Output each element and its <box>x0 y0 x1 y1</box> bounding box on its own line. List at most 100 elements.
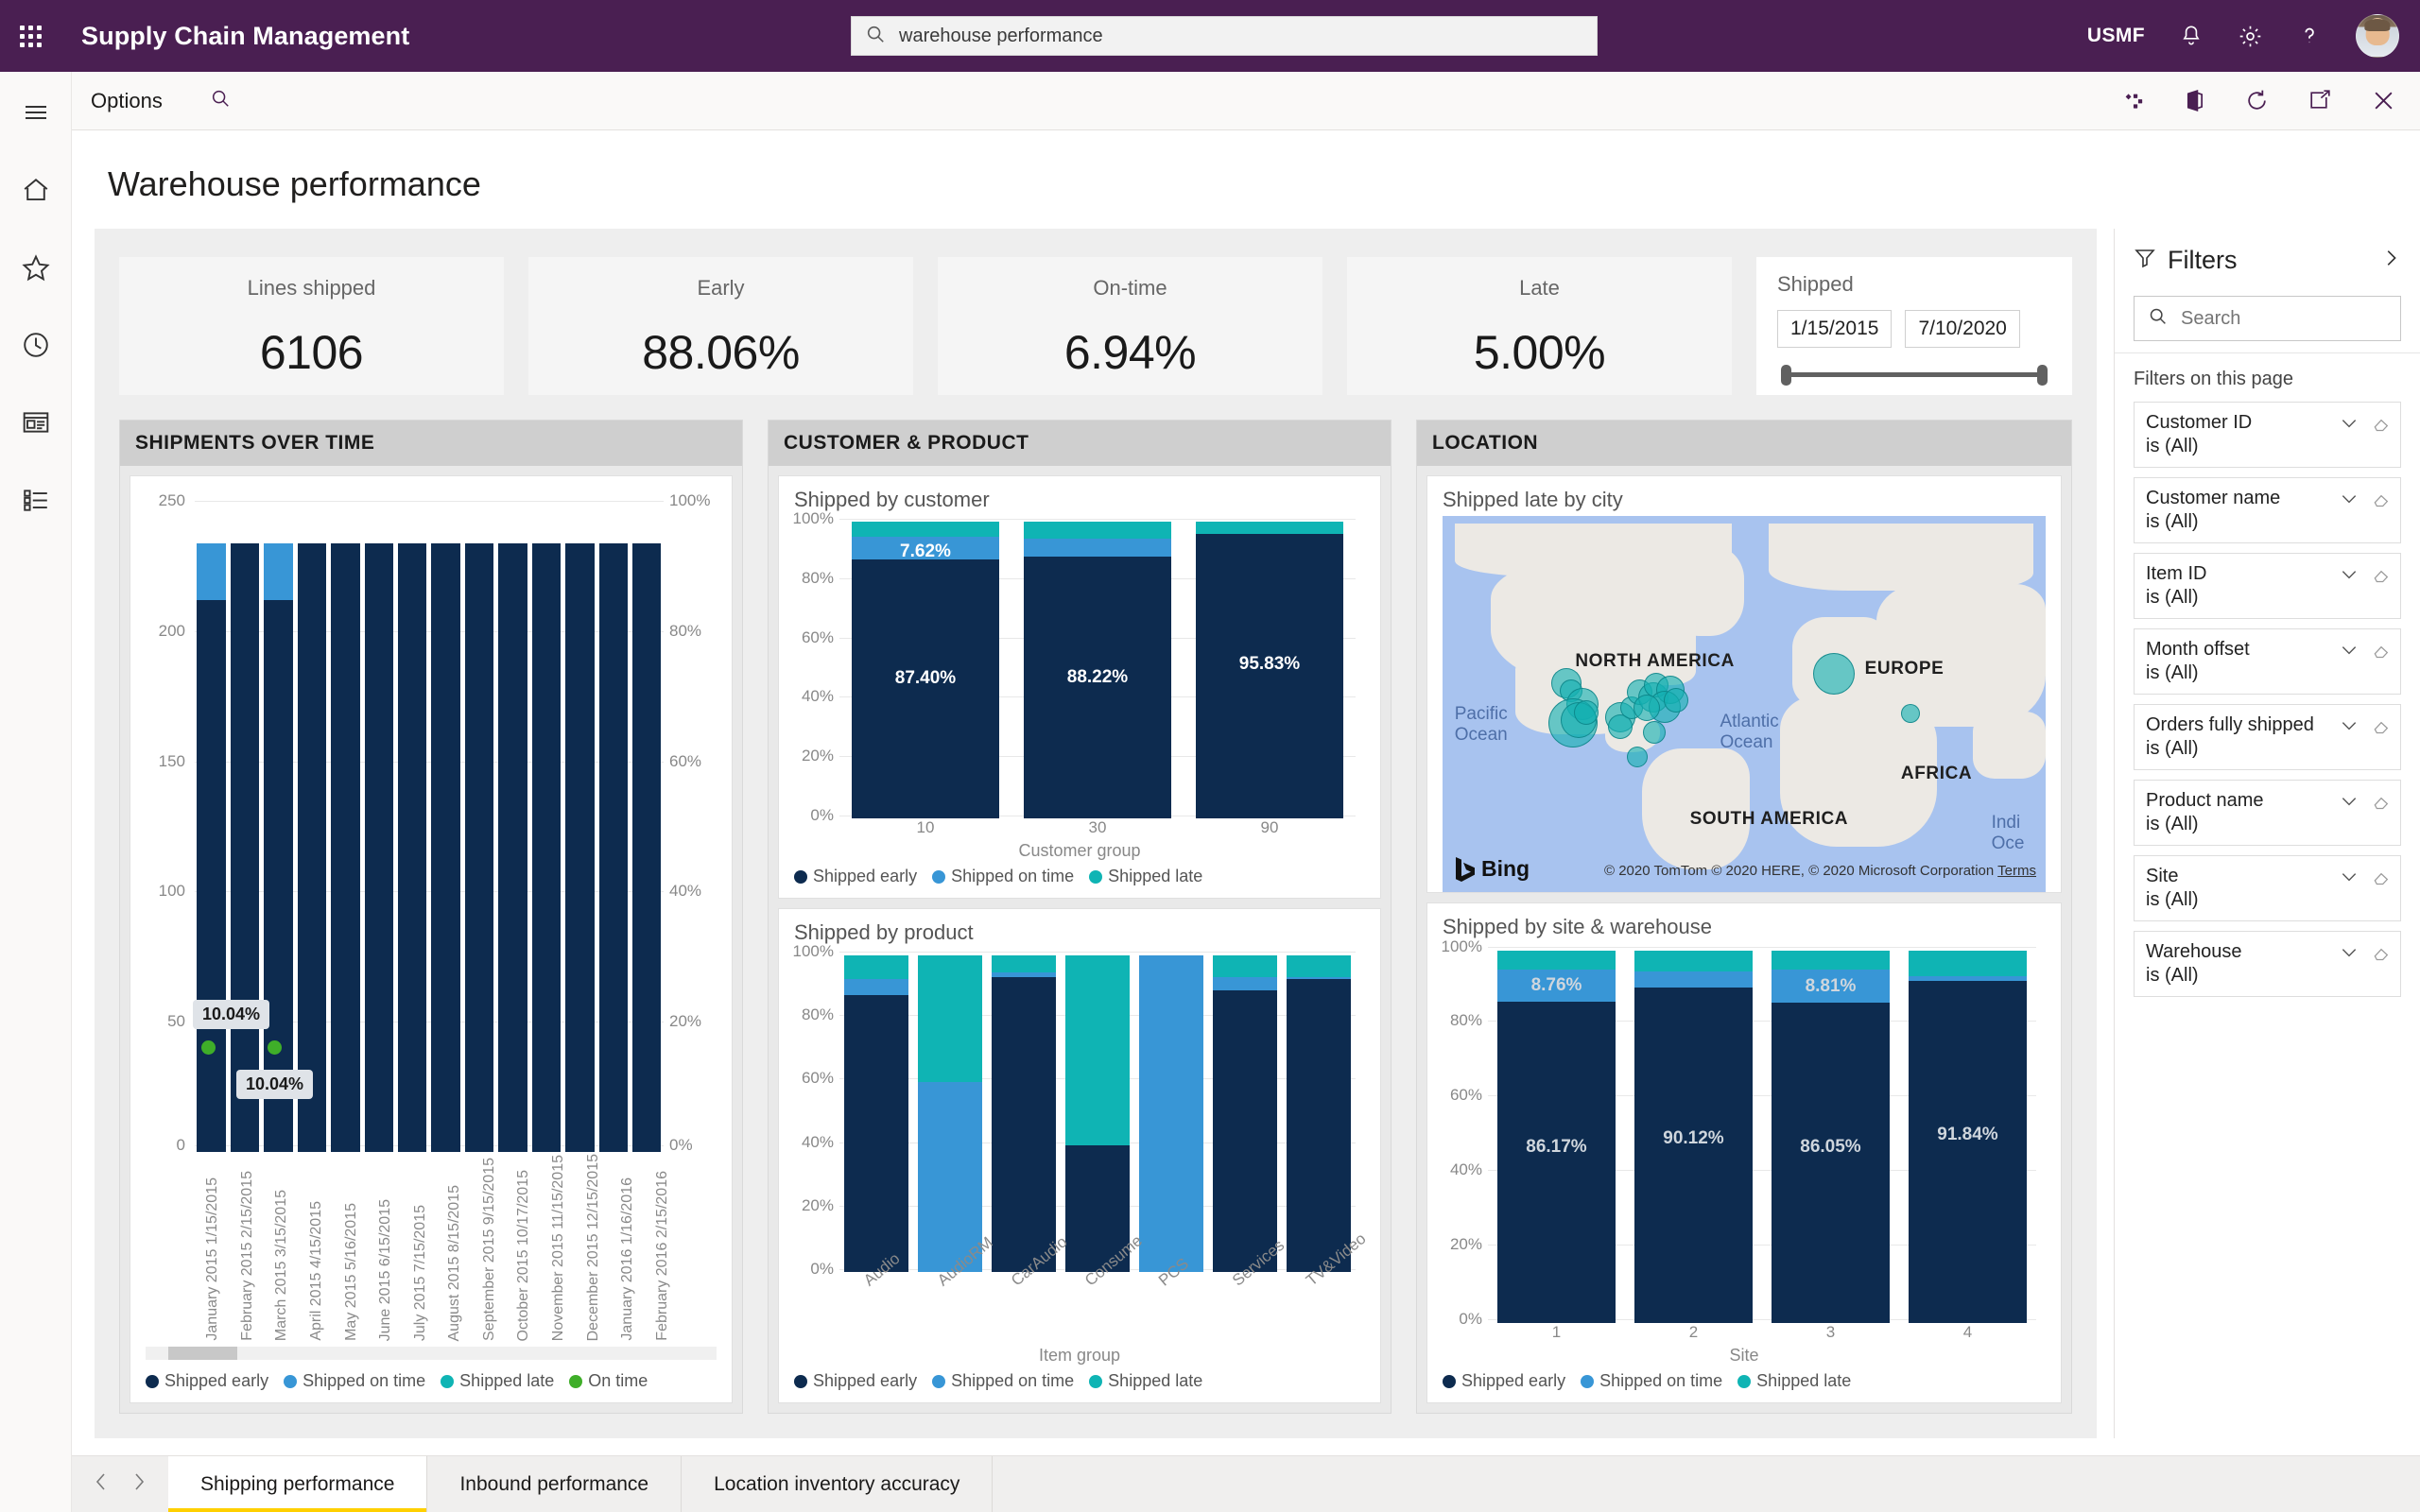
bar-segment[interactable] <box>1139 954 1203 1272</box>
bar-segment[interactable]: 95.83% <box>1195 534 1344 819</box>
chart-legend[interactable]: Shipped early Shipped on time Shipped late <box>794 1371 1365 1391</box>
bar-segment[interactable]: 88.22% <box>1023 557 1172 819</box>
eraser-icon[interactable] <box>2372 490 2391 513</box>
bar-segment[interactable] <box>197 600 226 1152</box>
viz-shipped-by-product[interactable]: Shipped by product 0% 20% 40% 60% 80% 100% Au… <box>778 908 1381 1403</box>
bar-column[interactable] <box>1208 949 1282 1272</box>
legend-item[interactable]: Shipped on time <box>1581 1371 1722 1391</box>
avatar[interactable] <box>2356 14 2399 58</box>
clock-icon[interactable] <box>12 321 60 369</box>
bar-segment[interactable]: 91.84% <box>1909 980 2027 1323</box>
legend-item[interactable]: Shipped late <box>441 1371 554 1391</box>
bar-segment[interactable] <box>264 543 293 601</box>
chevron-right-icon[interactable] <box>132 1472 146 1496</box>
bar-segment[interactable] <box>1023 538 1172 558</box>
bar-segment[interactable]: 7.62% <box>851 537 1000 561</box>
viz-shipped-by-customer[interactable]: Shipped by customer 0% 20% 40% 60% 80% 100% 7… <box>778 475 1381 900</box>
eraser-icon[interactable] <box>2372 565 2391 589</box>
legend-item[interactable]: Shipped early <box>794 1371 917 1391</box>
bar-segment[interactable]: 87.40% <box>851 558 1000 819</box>
bar-column[interactable]: 90.12% <box>1625 943 1762 1323</box>
kpi-card-late[interactable]: Late 5.00% <box>1347 257 1732 395</box>
bar-column[interactable] <box>1282 949 1356 1272</box>
chevron-down-icon[interactable] <box>2340 943 2359 967</box>
date-to-input[interactable]: 7/10/2020 <box>1905 310 2020 348</box>
home-icon[interactable] <box>12 166 60 214</box>
bar-segment[interactable]: 90.12% <box>1634 987 1753 1323</box>
bar-segment[interactable] <box>531 543 562 1152</box>
filter-card[interactable]: Customer ID is (All) <box>2134 402 2401 468</box>
map-bubble[interactable] <box>1626 747 1648 768</box>
bar-segment[interactable] <box>844 979 908 995</box>
bell-icon[interactable] <box>2179 24 2204 48</box>
bar-column[interactable] <box>987 949 1061 1272</box>
date-from-input[interactable]: 1/15/2015 <box>1777 310 1893 348</box>
bar-segment[interactable] <box>598 543 628 1152</box>
legend-item[interactable]: Shipped late <box>1089 1371 1202 1391</box>
bar-column[interactable] <box>630 488 663 1152</box>
bar-segment[interactable]: 8.76% <box>1497 969 1616 1003</box>
search-input[interactable] <box>899 25 1583 47</box>
chart-legend[interactable]: Shipped early Shipped on time Shipped late <box>1443 1371 2046 1391</box>
bar-segment[interactable] <box>1634 950 1753 971</box>
bar-segment[interactable]: 8.81% <box>1772 969 1890 1003</box>
eraser-icon[interactable] <box>2372 716 2391 740</box>
filter-card[interactable]: Site is (All) <box>2134 855 2401 921</box>
bar-segment[interactable] <box>464 543 494 1152</box>
bar-segment[interactable] <box>992 954 1056 973</box>
chart-legend[interactable]: Shipped early Shipped on time Shipped late… <box>146 1371 717 1391</box>
map-bubble[interactable] <box>1633 694 1660 721</box>
bar-segment[interactable] <box>1772 950 1890 970</box>
bar-segment[interactable] <box>1213 989 1277 1272</box>
bar-segment[interactable] <box>1023 522 1172 539</box>
legend-item[interactable]: Shipped on time <box>284 1371 425 1391</box>
tab-shipping-performance[interactable]: Shipping performance <box>168 1456 428 1512</box>
bar-series[interactable]: 8.76% 86.17% 90.12% 8.81% 86.05% 91.84% <box>1488 943 2036 1323</box>
close-icon[interactable] <box>2372 89 2395 112</box>
eraser-icon[interactable] <box>2372 792 2391 816</box>
bar-segment[interactable] <box>565 543 595 1152</box>
eraser-icon[interactable] <box>2372 414 2391 438</box>
legend-item[interactable]: On time <box>569 1371 648 1391</box>
bar-segment[interactable] <box>1195 522 1344 535</box>
kpi-card-early[interactable]: Early 88.06% <box>528 257 913 395</box>
chevron-right-icon[interactable] <box>2380 248 2401 273</box>
bar-column[interactable] <box>462 488 495 1152</box>
chevron-down-icon[interactable] <box>2340 792 2359 816</box>
bar-segment[interactable] <box>1213 954 1277 978</box>
star-icon[interactable] <box>12 244 60 291</box>
kpi-card-lines-shipped[interactable]: Lines shipped 6106 <box>119 257 504 395</box>
chevron-down-icon[interactable] <box>2340 641 2359 664</box>
bar-segment[interactable] <box>498 543 527 1152</box>
bar-column[interactable] <box>1061 949 1134 1272</box>
map-bubble[interactable] <box>1663 688 1688 713</box>
workspace-icon[interactable] <box>12 399 60 446</box>
bar-segment[interactable] <box>1497 950 1616 970</box>
legend-item[interactable]: Shipped on time <box>932 867 1074 886</box>
filter-card[interactable]: Orders fully shipped is (All) <box>2134 704 2401 770</box>
bar-segment[interactable]: 86.17% <box>1497 1002 1616 1323</box>
map-canvas[interactable]: NORTH AMERICA EUROPE AFRICA SOUTH AMERIC… <box>1443 516 2046 892</box>
legend-item[interactable]: Shipped on time <box>932 1371 1074 1391</box>
bar-column[interactable] <box>396 488 429 1152</box>
bing-logo[interactable]: Bing <box>1454 856 1530 883</box>
bar-column[interactable] <box>429 488 462 1152</box>
bar-segment[interactable] <box>992 977 1056 1272</box>
legend-item[interactable]: Shipped early <box>794 867 917 886</box>
tab-location-inventory-accuracy[interactable]: Location inventory accuracy <box>682 1456 994 1512</box>
eraser-icon[interactable] <box>2372 641 2391 664</box>
bar-column[interactable] <box>329 488 362 1152</box>
company-label[interactable]: USMF <box>2087 25 2145 47</box>
bar-segment[interactable] <box>1065 954 1130 1145</box>
bar-column[interactable] <box>913 949 987 1272</box>
eraser-icon[interactable] <box>2372 943 2391 967</box>
list-icon[interactable] <box>12 476 60 524</box>
filter-card[interactable]: Warehouse is (All) <box>2134 931 2401 997</box>
chevron-down-icon[interactable] <box>2340 716 2359 740</box>
open-in-new-window-icon[interactable] <box>2308 90 2332 112</box>
chevron-down-icon[interactable] <box>2340 414 2359 438</box>
global-search[interactable] <box>851 16 1598 56</box>
options-button[interactable]: Options <box>91 89 163 113</box>
legend-item[interactable]: Shipped early <box>1443 1371 1565 1391</box>
bar-series[interactable]: 7.62% 87.40% 88.22% 95.83% <box>839 516 1356 819</box>
